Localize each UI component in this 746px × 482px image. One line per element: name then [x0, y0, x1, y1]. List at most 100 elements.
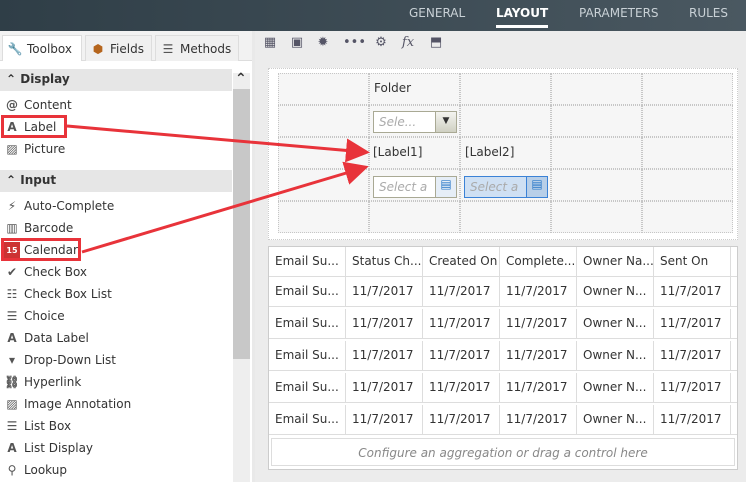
- table-cell: Created On: [423, 247, 500, 276]
- item-label: List Box: [24, 419, 72, 433]
- grid-cell[interactable]: [551, 105, 642, 137]
- toolbox-item-drop-down-list[interactable]: ▾ Drop-Down List: [4, 350, 116, 370]
- tab-fields[interactable]: ⬢ Fields: [85, 35, 152, 61]
- grid-cell[interactable]: [551, 201, 642, 233]
- calendar-icon[interactable]: ▤: [526, 177, 547, 197]
- toolbox-item-picture[interactable]: ▨ Picture: [4, 139, 65, 159]
- tab-general[interactable]: GENERAL: [409, 6, 465, 20]
- tab-rules[interactable]: RULES: [689, 6, 728, 20]
- grid-cell[interactable]: [278, 137, 369, 169]
- item-label: Barcode: [24, 221, 74, 235]
- methods-icon: ☰: [162, 41, 174, 56]
- toolbox-item-choice[interactable]: ☰ Choice: [4, 306, 65, 326]
- more-icon[interactable]: •••: [343, 35, 366, 53]
- export-icon[interactable]: ⬒: [427, 35, 445, 53]
- label1[interactable]: [Label1]: [373, 145, 422, 159]
- tab-label: Toolbox: [27, 41, 72, 56]
- tab-layout[interactable]: LAYOUT: [496, 6, 549, 28]
- toolbox-item-lookup[interactable]: ⚲ Lookup: [4, 460, 67, 480]
- grid-cell[interactable]: [551, 169, 642, 201]
- aggregation-footer[interactable]: Configure an aggregation or drag a contr…: [271, 438, 735, 466]
- calendar-placeholder: Select a: [379, 180, 428, 194]
- toolbox-item-list-box[interactable]: ☰ List Box: [4, 416, 72, 436]
- table-cell: 11/7/2017: [423, 341, 500, 370]
- formula-icon[interactable]: fx: [399, 35, 417, 53]
- table-cell: 11/7/2017: [654, 309, 731, 338]
- table-cell: Owner N...: [577, 309, 654, 338]
- table-cell: Owner N...: [577, 405, 654, 434]
- grid-cell[interactable]: [642, 105, 733, 137]
- grid-cell[interactable]: [460, 73, 551, 105]
- grid-cell[interactable]: [551, 137, 642, 169]
- dropdown-icon: ▾: [8, 353, 16, 367]
- grid-cell[interactable]: [278, 201, 369, 233]
- toolbox-item-check-box-list[interactable]: ☷ Check Box List: [4, 284, 112, 304]
- grid-cell[interactable]: [278, 169, 369, 201]
- toolbox-item-barcode[interactable]: ▥ Barcode: [4, 218, 73, 238]
- toolbox-item-auto-complete[interactable]: ⚡ Auto-Complete: [4, 196, 114, 216]
- settings-icon[interactable]: ✹: [314, 35, 332, 53]
- image-icon[interactable]: ▣: [288, 35, 306, 53]
- label-highlight: [1, 115, 67, 138]
- dropdown-placeholder: Sele...: [379, 115, 417, 129]
- chevron-down-icon[interactable]: ▼: [435, 112, 456, 132]
- calendar-highlight: [1, 238, 81, 261]
- table-cell: 11/7/2017: [500, 405, 577, 434]
- grid-cell[interactable]: [642, 73, 733, 105]
- table-cell: Email Su...: [269, 405, 346, 434]
- table-row[interactable]: Email Su... 11/7/2017 11/7/2017 11/7/2017 Ow…: [269, 277, 737, 307]
- toolbox-item-list-display[interactable]: A List Display: [4, 438, 93, 458]
- table-cell: Owner Na...: [577, 247, 654, 276]
- scrollbar[interactable]: ⌃: [233, 71, 250, 482]
- table-cell: 11/7/2017: [500, 373, 577, 402]
- table-cell: 11/7/2017: [346, 309, 423, 338]
- table-row[interactable]: Email Su... 11/7/2017 11/7/2017 11/7/2017 Ow…: [269, 405, 737, 435]
- table-header-row[interactable]: Email Su... Status Ch... Created On Complet…: [269, 247, 737, 277]
- folder-dropdown[interactable]: Sele... ▼: [373, 111, 457, 133]
- table-cell: 11/7/2017: [346, 341, 423, 370]
- list-display-icon: A: [7, 441, 17, 455]
- image-annotation-icon: ▨: [6, 397, 18, 411]
- table-cell: 11/7/2017: [500, 309, 577, 338]
- grid-cell[interactable]: [642, 201, 733, 233]
- tab-parameters[interactable]: PARAMETERS: [579, 6, 659, 20]
- table-cell: 11/7/2017: [346, 277, 423, 306]
- grid-cell[interactable]: [551, 73, 642, 105]
- item-label: Check Box List: [24, 287, 112, 301]
- grid-cell[interactable]: [460, 201, 551, 233]
- grid-cell[interactable]: [642, 169, 733, 201]
- calendar-icon[interactable]: ▤: [435, 177, 456, 197]
- grid-cell[interactable]: [460, 105, 551, 137]
- table-icon[interactable]: ▦: [261, 35, 279, 53]
- tab-toolbox[interactable]: 🔧 Toolbox: [2, 35, 82, 61]
- tab-methods[interactable]: ☰ Methods: [155, 35, 239, 61]
- table-cell: Owner N...: [577, 373, 654, 402]
- table-row[interactable]: Email Su... 11/7/2017 11/7/2017 11/7/2017 Ow…: [269, 309, 737, 339]
- tab-label: Fields: [110, 41, 144, 56]
- grid-cell[interactable]: [278, 105, 369, 137]
- item-label: Image Annotation: [24, 397, 132, 411]
- table-cell: Email Su...: [269, 309, 346, 338]
- toolbox-item-content[interactable]: @ Content: [4, 95, 72, 115]
- calendar1-input[interactable]: Select a ▤: [373, 176, 457, 198]
- table-cell: 11/7/2017: [500, 277, 577, 306]
- grid-cell[interactable]: [642, 137, 733, 169]
- section-input[interactable]: ⌃ Input: [0, 170, 232, 192]
- item-label: Auto-Complete: [24, 199, 115, 213]
- scroll-up-icon[interactable]: ⌃: [235, 71, 247, 87]
- grid-cell[interactable]: [278, 73, 369, 105]
- scrollbar-thumb[interactable]: [233, 89, 250, 359]
- label2[interactable]: [Label2]: [465, 145, 514, 159]
- table-cell: 11/7/2017: [423, 309, 500, 338]
- toolbox-item-check-box[interactable]: ✔ Check Box: [4, 262, 87, 282]
- table-row[interactable]: Email Su... 11/7/2017 11/7/2017 11/7/2017 Ow…: [269, 341, 737, 371]
- section-display[interactable]: ⌃ Display: [0, 69, 232, 91]
- toolbox-item-image-annotation[interactable]: ▨ Image Annotation: [4, 394, 131, 414]
- calendar2-input[interactable]: Select a ▤: [464, 176, 548, 198]
- toolbox-item-hyperlink[interactable]: ⛓ Hyperlink: [4, 372, 81, 392]
- toolbox-item-data-label[interactable]: A Data Label: [4, 328, 89, 348]
- table-row[interactable]: Email Su... 11/7/2017 11/7/2017 11/7/2017 Ow…: [269, 373, 737, 403]
- item-label: Lookup: [24, 463, 67, 477]
- grid-cell[interactable]: [369, 201, 460, 233]
- rules-icon[interactable]: ⚙: [372, 35, 390, 53]
